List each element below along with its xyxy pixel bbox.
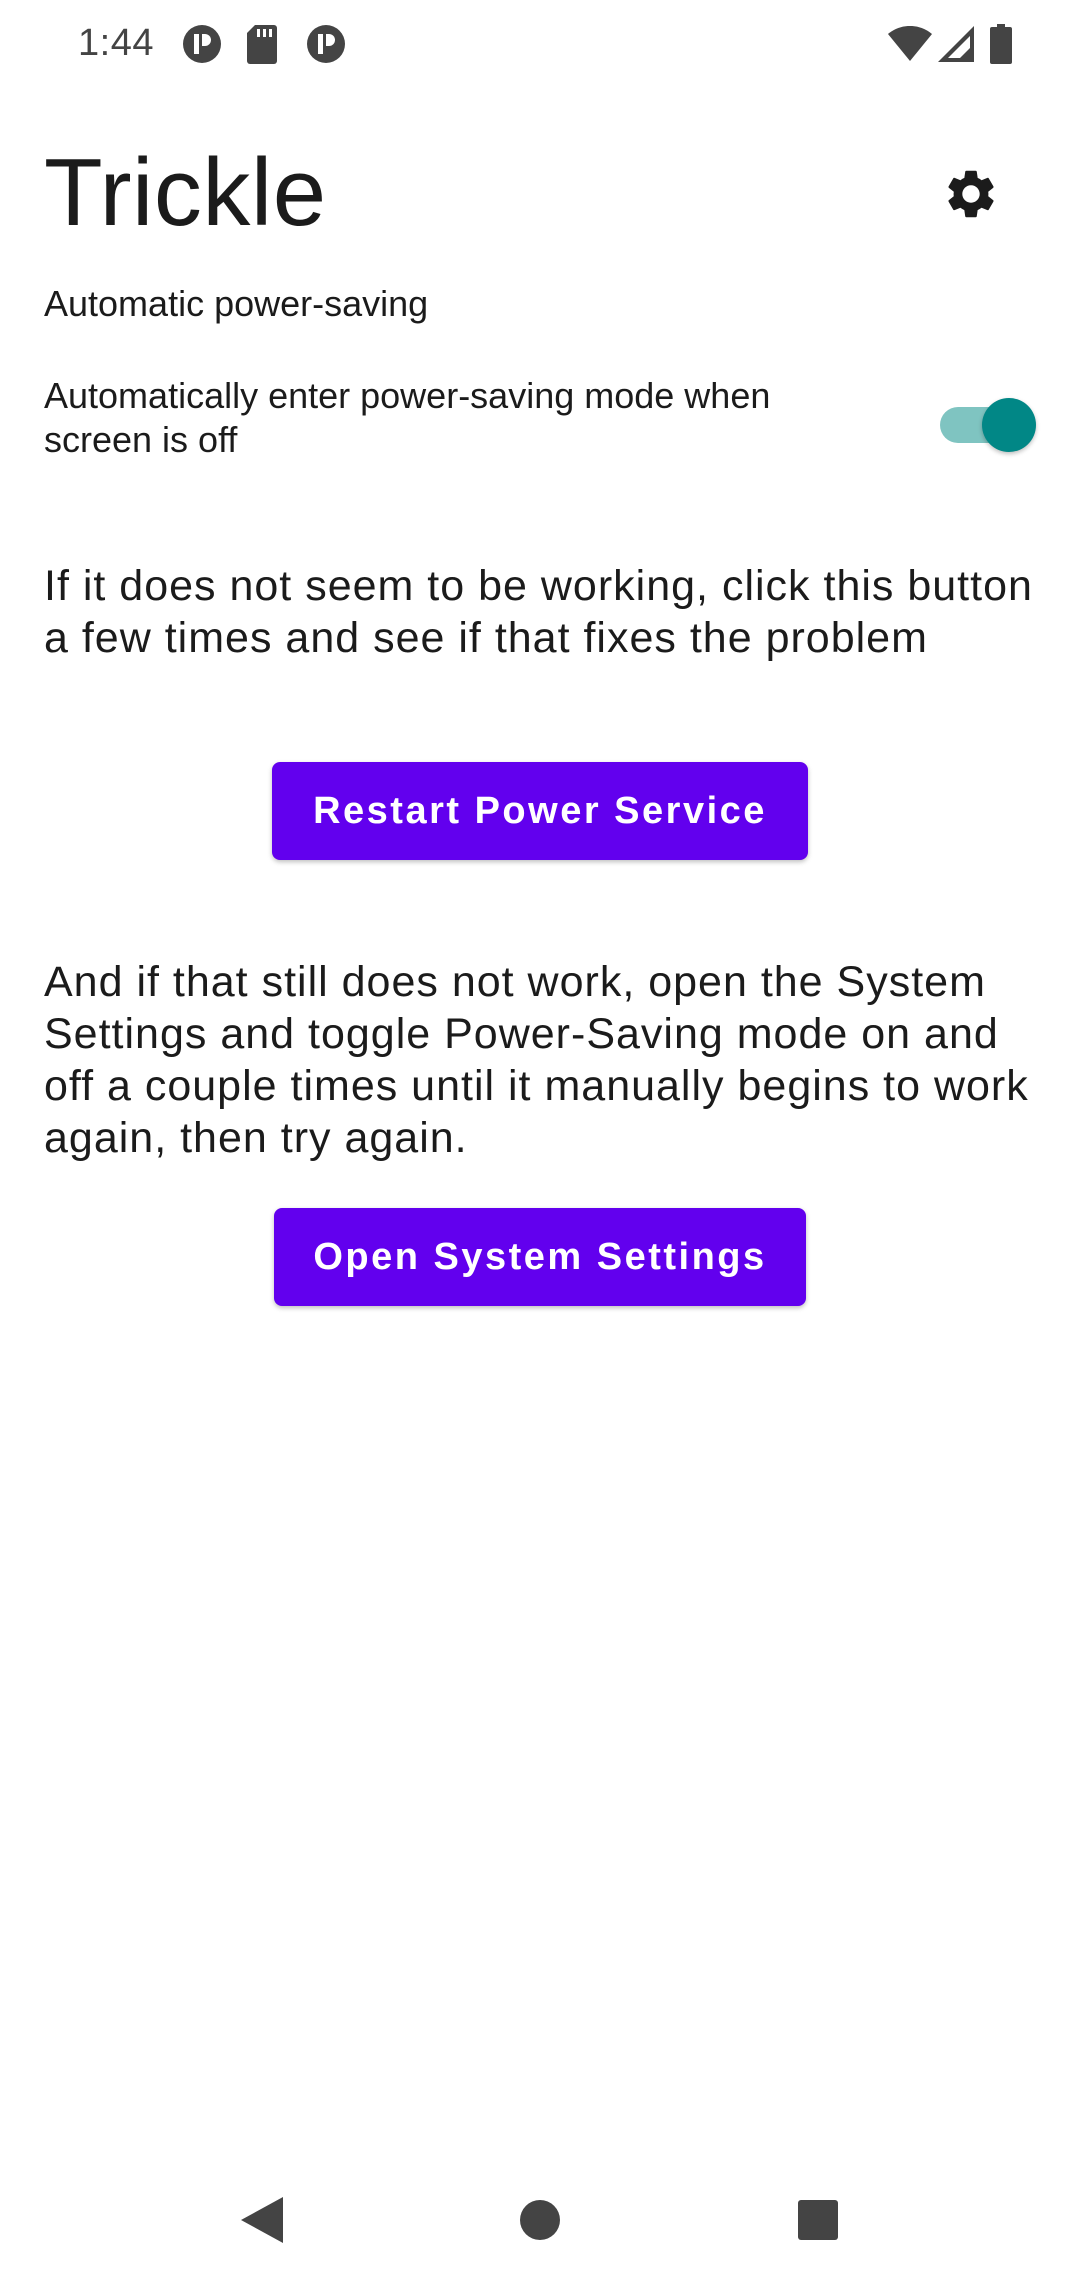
toggle-description: Automatically enter power-saving mode wh… [44,375,771,460]
wifi-icon [888,26,932,62]
app-title: Trickle [44,139,327,246]
auto-power-saving-row[interactable]: Automatically enter power-saving mode wh… [44,374,1044,474]
home-icon [520,2200,560,2240]
signal-icon [938,26,974,62]
battery-icon [990,24,1012,64]
system-settings-description: And if that still does not work, open th… [44,958,1029,1162]
notification-p-icon [306,24,346,64]
home-button[interactable] [510,2190,570,2250]
status-bar: 1:44 [0,0,1080,90]
sd-card-icon [246,24,278,64]
status-time: 1:44 [78,22,154,64]
back-icon [241,2197,283,2243]
recents-button[interactable] [788,2190,848,2250]
navigation-bar [0,2150,1080,2280]
switch-thumb [982,398,1036,452]
back-button[interactable] [232,2190,292,2250]
app-screen: 1:44 Trickle Automatic power-saving Auto… [0,0,1080,2280]
auto-power-saving-switch[interactable] [936,394,1036,454]
gear-icon [948,170,994,218]
notification-p-icon [182,24,222,64]
recents-icon [798,2200,838,2240]
settings-button[interactable] [935,158,1007,230]
restart-description: If it does not seem to be working, click… [44,562,1033,662]
section-label: Automatic power-saving [44,283,429,324]
open-system-settings-button[interactable]: Open System Settings [274,1208,806,1306]
restart-power-service-button[interactable]: Restart Power Service [272,762,808,860]
